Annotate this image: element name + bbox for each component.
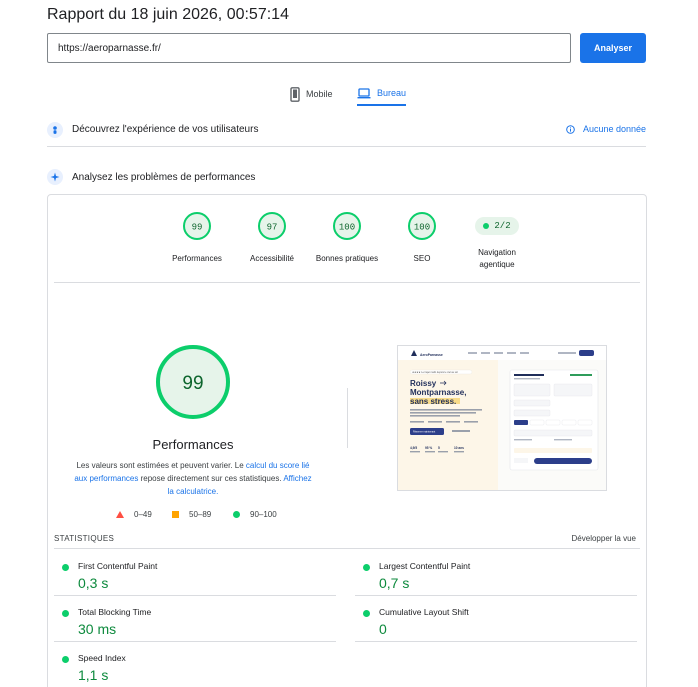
- agentic-label-2: agentique: [479, 260, 515, 269]
- gauges-divider: [54, 282, 640, 283]
- preview-headline-2: Montparnasse,: [410, 388, 466, 397]
- tab-desktop-label: Bureau: [377, 88, 407, 98]
- gauge-performance[interactable]: 99 Performances: [157, 211, 237, 265]
- metric-tbt: Total Blocking Time 30 ms: [54, 596, 336, 642]
- gauge-label: SEO: [413, 254, 431, 263]
- legend-good: 90–100: [233, 510, 277, 519]
- preview-stat-2: 95 %: [425, 446, 432, 450]
- experience-title: Découvrez l'expérience de vos utilisateu…: [72, 124, 259, 135]
- perf-section: Analysez les problèmes de performances: [47, 160, 646, 194]
- metric-lcp: Largest Contentful Paint 0,7 s: [355, 550, 637, 596]
- metric-name: Speed Index: [78, 653, 126, 663]
- no-data-link[interactable]: Aucune donnée: [566, 124, 646, 134]
- tab-desktop[interactable]: Bureau: [357, 82, 407, 106]
- main-gauge-label: Performances: [152, 437, 234, 452]
- metric-name: Cumulative Layout Shift: [379, 607, 469, 617]
- experience-section[interactable]: Découvrez l'expérience de vos utilisateu…: [47, 113, 646, 147]
- gauge-agentic[interactable]: 2/2 Navigation agentique: [457, 211, 537, 271]
- url-input[interactable]: [47, 33, 571, 63]
- gauge-label: Performances: [172, 254, 222, 263]
- metric-value: 30 ms: [78, 621, 117, 637]
- gauge-label: Accessibilité: [249, 254, 294, 263]
- legend-poor-label: 0–49: [134, 510, 152, 519]
- gauge-score: 99: [192, 223, 203, 233]
- desc-text-2: repose directement sur ces statistiques.: [138, 474, 284, 483]
- metric-value: 0,7 s: [379, 575, 410, 591]
- desc-text-1: Les valeurs sont estimées et peuvent var…: [76, 461, 246, 470]
- good-dot-icon: [62, 656, 69, 663]
- metric-name: Largest Contentful Paint: [379, 561, 471, 571]
- metric-value: 0: [379, 621, 387, 637]
- good-circle-icon: [233, 511, 240, 518]
- gauge-ring: 100: [408, 212, 436, 240]
- gauge-score: 100: [339, 223, 355, 233]
- expand-view-button[interactable]: Développer la vue: [572, 534, 636, 543]
- metric-fcp: First Contentful Paint 0,3 s: [54, 550, 336, 596]
- metric-value: 1,1 s: [78, 667, 109, 683]
- score-description: Les valeurs sont estimées et peuvent var…: [73, 459, 313, 498]
- metric-si: Speed Index 1,1 s: [54, 642, 336, 687]
- phone-icon: [290, 86, 300, 102]
- metric-name: First Contentful Paint: [78, 561, 158, 571]
- legend-average-label: 50–89: [189, 510, 212, 519]
- report-title: Rapport du 18 juin 2026, 00:57:14: [47, 6, 289, 23]
- agentic-label-1: Navigation: [478, 248, 516, 257]
- legend-good-label: 90–100: [250, 510, 277, 519]
- gauge-ring: 99: [183, 212, 211, 240]
- main-gauge: 99: [156, 345, 230, 419]
- gauge-label: Bonnes pratiques: [315, 254, 379, 263]
- users-icon: [47, 121, 63, 138]
- perf-card: 99 Performances 97 Accessibilité 100 Bon…: [47, 194, 647, 687]
- preview-stat-4: 10 ans: [454, 446, 464, 450]
- stats-title: STATISTIQUES: [54, 534, 115, 543]
- gauge-ring: 97: [258, 212, 286, 240]
- good-dot-icon: [62, 610, 69, 617]
- preview-headline-3: sans stress.: [410, 397, 456, 406]
- perf-section-title: Analysez les problèmes de performances: [72, 171, 256, 183]
- gauge-score: 100: [414, 223, 430, 233]
- preview-stat-3: 5: [438, 446, 440, 450]
- preview-brand: AeroParnasse: [420, 353, 443, 357]
- good-dot-icon: [363, 610, 370, 617]
- poor-triangle-icon: [116, 511, 124, 518]
- agentic-score: 2/2: [494, 221, 511, 231]
- metric-name: Total Blocking Time: [78, 607, 152, 617]
- gauge-accessibility[interactable]: 97 Accessibilité: [232, 211, 312, 265]
- preview-headline-1: Roissy: [410, 379, 437, 388]
- no-data-label: Aucune donnée: [582, 124, 646, 134]
- main-gauge-score: 99: [182, 373, 203, 394]
- preview-badge: ★★★★ Le trajet malin depuis le ciel au s…: [412, 371, 458, 374]
- tab-mobile-label: Mobile: [306, 89, 333, 99]
- metric-value: 0,3 s: [78, 575, 109, 591]
- pass-dot-icon: [483, 223, 490, 229]
- stats-divider: [54, 548, 640, 549]
- info-icon: [566, 124, 575, 134]
- legend-poor: 0–49: [116, 510, 152, 519]
- tab-mobile[interactable]: Mobile: [290, 82, 333, 106]
- analyze-button[interactable]: Analyser: [580, 33, 646, 63]
- sparkle-icon: [47, 169, 63, 185]
- gauge-ring: 100: [333, 212, 361, 240]
- good-dot-icon: [62, 564, 69, 571]
- gauge-seo[interactable]: 100 SEO: [382, 211, 462, 265]
- gauge-label: Navigation agentique: [457, 247, 537, 271]
- metric-cls: Cumulative Layout Shift 0: [355, 596, 637, 642]
- gauge-best-practices[interactable]: 100 Bonnes pratiques: [307, 211, 387, 265]
- good-dot-icon: [363, 564, 370, 571]
- vertical-separator: [347, 388, 348, 448]
- agentic-badge: 2/2: [475, 217, 519, 235]
- screenshot-preview: AeroParnasse ★★★★ Le trajet malin depuis…: [398, 346, 606, 490]
- gauge-score: 97: [267, 223, 278, 233]
- laptop-icon: [357, 87, 371, 98]
- preview-stat-1: 4,9/5: [410, 446, 417, 450]
- page-screenshot: AeroParnasse ★★★★ Le trajet malin depuis…: [397, 345, 607, 491]
- average-square-icon: [172, 511, 179, 518]
- preview-cta: Réserver maintenant: [413, 431, 436, 434]
- legend-average: 50–89: [172, 510, 211, 519]
